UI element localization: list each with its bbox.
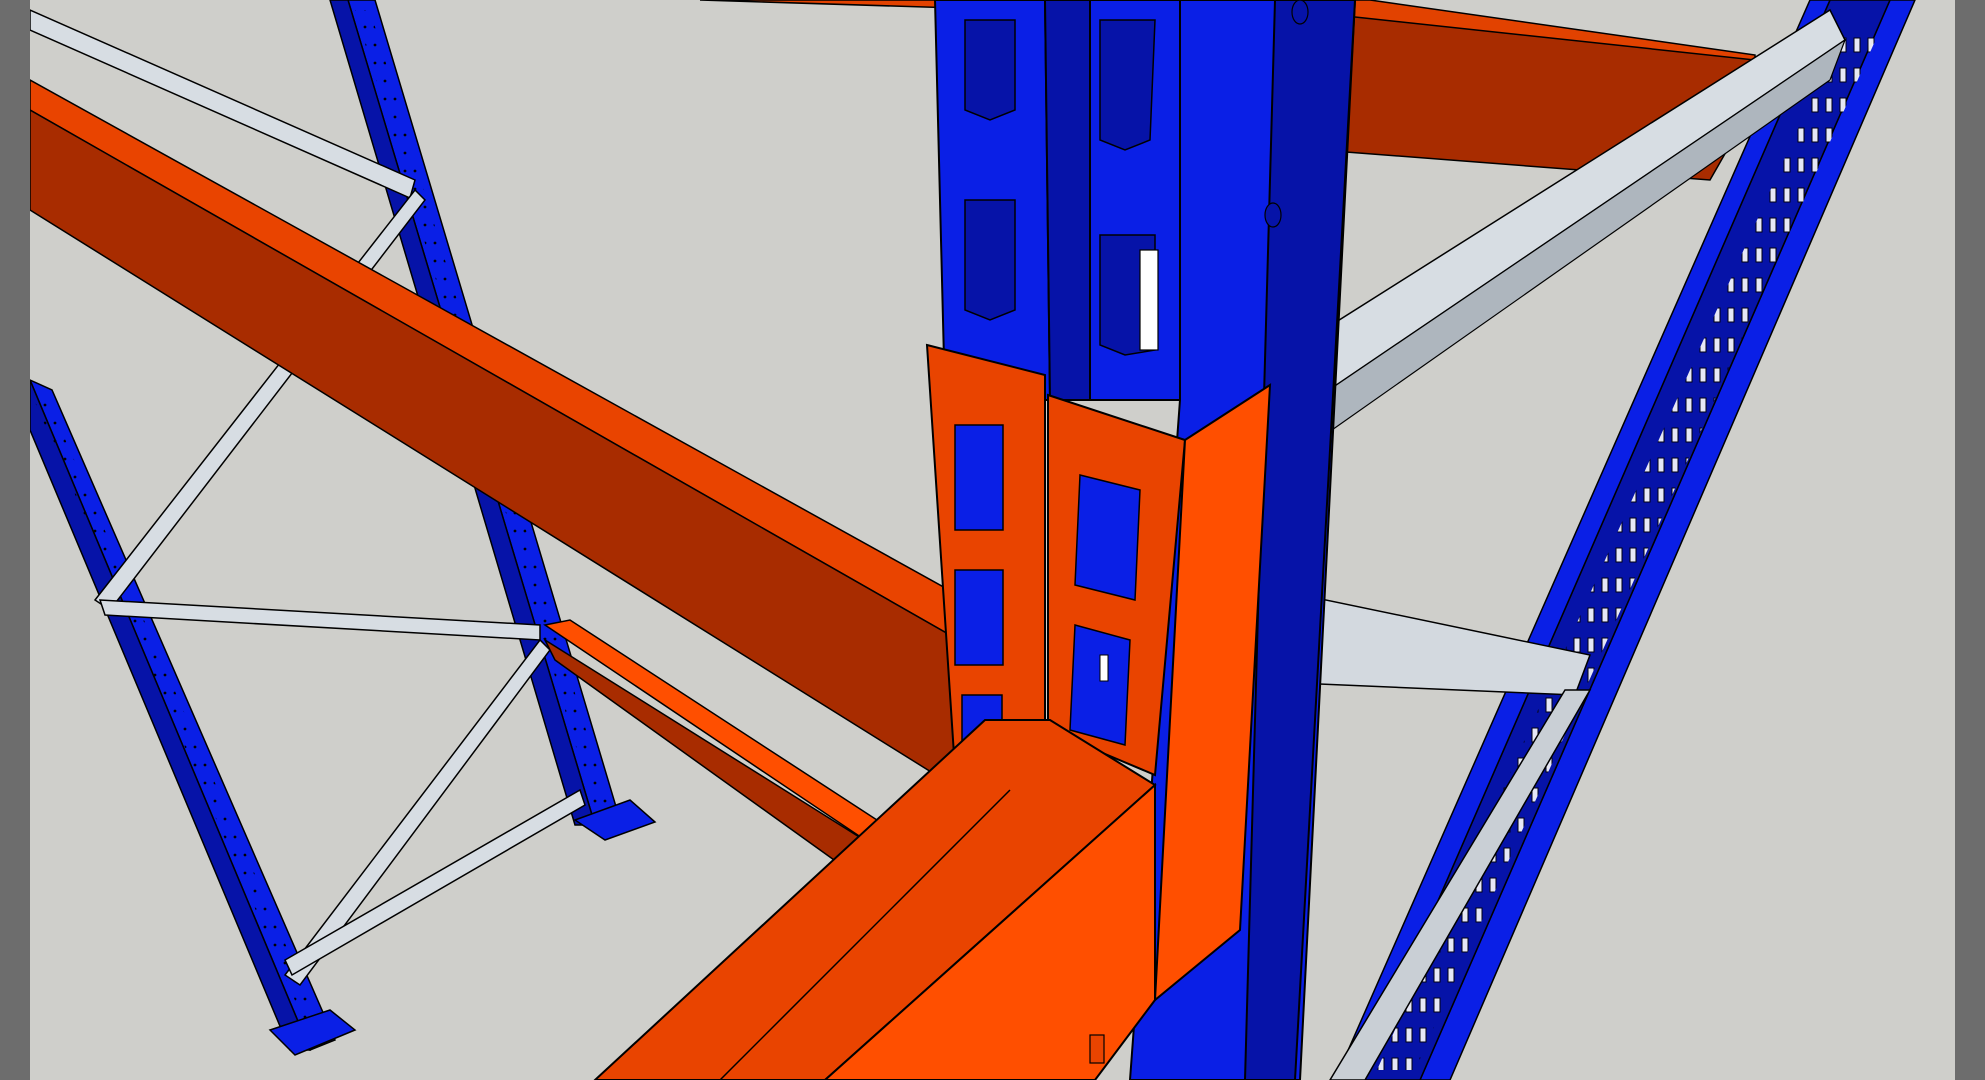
left-low-horizontal-bracing[interactable]	[284, 788, 586, 977]
rack-model-drawing	[30, 0, 1916, 1080]
left-diagonal-bracing-2[interactable]	[283, 638, 551, 987]
modeling-app-window	[0, 0, 1985, 1080]
left-mid-horizontal-bracing[interactable]	[98, 599, 541, 641]
front-beam-tab	[1089, 1034, 1105, 1064]
3d-model-viewport[interactable]	[30, 0, 1955, 1080]
right-panel-edge	[1955, 0, 1985, 1080]
left-panel-edge	[0, 0, 30, 1080]
